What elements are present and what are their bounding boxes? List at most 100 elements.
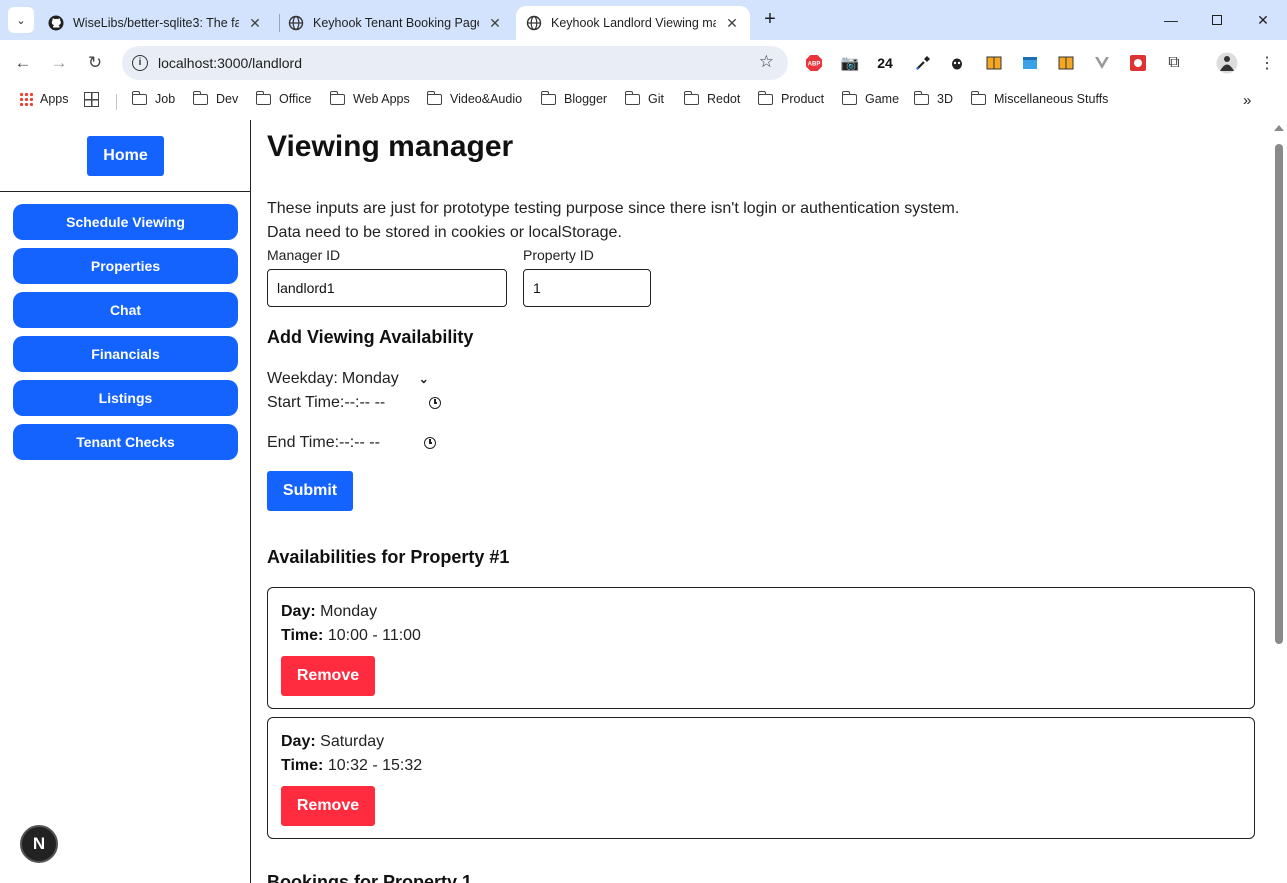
extension-badge[interactable]: 24	[874, 52, 896, 74]
bookmark-folder-video-audio[interactable]: Video&Audio	[426, 90, 523, 106]
close-icon[interactable]: ✕	[487, 15, 503, 32]
bookmark-folder-miscellaneous[interactable]: Miscellaneous Stuffs	[970, 90, 1109, 106]
site-info-icon[interactable]: i	[132, 55, 148, 71]
sidebar-item-schedule-viewing[interactable]: Schedule Viewing	[13, 204, 238, 240]
extensions-icon[interactable]: ⧉	[1163, 52, 1185, 74]
folder-icon	[683, 90, 699, 105]
chevron-down-icon[interactable]: ⌄	[419, 372, 429, 386]
folder-icon	[913, 90, 929, 105]
bookmark-label: Dev	[216, 92, 239, 106]
close-icon[interactable]: ✕	[247, 15, 263, 32]
bookmark-label: Video&Audio	[450, 92, 523, 106]
bookmark-folder-job[interactable]: Job	[131, 90, 176, 106]
maximize-button[interactable]	[1194, 0, 1240, 40]
availability-time: Time: 10:00 - 11:00	[281, 627, 421, 645]
adblock-icon[interactable]: ABP	[803, 52, 825, 74]
bookmark-folder-web-apps[interactable]: Web Apps	[329, 90, 410, 106]
sidebar-item-properties[interactable]: Properties	[13, 248, 238, 284]
folder-icon	[757, 90, 773, 105]
address-bar[interactable]: i localhost:3000/landlord ☆	[122, 46, 788, 80]
manager-id-label: Manager ID	[267, 247, 341, 263]
avatar[interactable]	[1216, 52, 1238, 74]
bookmark-folder-3d[interactable]: 3D	[913, 90, 953, 106]
apps-grid-icon	[19, 92, 33, 106]
bookings-heading: Bookings for Property 1	[267, 872, 473, 883]
bookmark-apps[interactable]: Apps	[19, 92, 69, 106]
sidebar-item-tenant-checks[interactable]: Tenant Checks	[13, 424, 238, 460]
availability-day: Day: Saturday	[281, 733, 384, 751]
back-button[interactable]: ←	[9, 49, 37, 77]
tab-title: Keyhook Landlord Viewing man	[551, 16, 716, 30]
puzzle-extension-icon[interactable]	[1127, 52, 1149, 74]
note-extension-icon[interactable]	[1055, 52, 1077, 74]
sidebar-item-chat[interactable]: Chat	[13, 292, 238, 328]
start-time-input[interactable]: --:-- --	[344, 394, 428, 412]
scroll-up-icon[interactable]	[1274, 125, 1284, 131]
bookmark-folder-dev[interactable]: Dev	[192, 90, 239, 106]
folder-icon	[192, 90, 208, 105]
camera-icon[interactable]: 📷	[839, 52, 861, 74]
bookmark-grid[interactable]	[84, 92, 99, 107]
bookmark-folder-git[interactable]: Git	[624, 90, 664, 106]
bookmark-label: Job	[155, 92, 176, 106]
home-button[interactable]: Home	[87, 136, 164, 176]
day-value: Saturday	[320, 733, 385, 750]
bookmark-folder-redot[interactable]: Redot	[683, 90, 741, 106]
end-time-label: End Time:	[267, 434, 340, 451]
bookmark-label: Product	[781, 92, 825, 106]
prototype-note: These inputs are just for prototype test…	[267, 200, 960, 217]
bookmark-folder-blogger[interactable]: Blogger	[540, 90, 607, 106]
bookmark-label: Office	[279, 92, 312, 106]
end-time-input[interactable]: --:-- --	[339, 434, 425, 452]
manager-id-input[interactable]: landlord1	[267, 269, 507, 307]
board-extension-icon[interactable]	[1019, 52, 1041, 74]
github-icon	[48, 15, 64, 31]
remove-button[interactable]: Remove	[281, 656, 375, 696]
tab-title: Keyhook Tenant Booking Page	[313, 16, 479, 30]
bookmark-label: Apps	[40, 92, 69, 106]
day-value: Monday	[320, 603, 378, 620]
weekday-select[interactable]: Monday	[342, 370, 399, 388]
tab-github[interactable]: WiseLibs/better-sqlite3: The fas ✕	[38, 6, 278, 40]
bookmark-folder-product[interactable]: Product	[757, 90, 825, 106]
vue-devtools-icon[interactable]	[1091, 52, 1113, 74]
forward-button[interactable]: →	[45, 49, 73, 77]
bookmarks-bar: Apps Job Dev Office Web Apps Video&Audio…	[0, 86, 1287, 114]
eyedropper-icon[interactable]	[912, 52, 934, 74]
minimize-button[interactable]: —	[1148, 0, 1194, 40]
sidebar-item-listings[interactable]: Listings	[13, 380, 238, 416]
clock-icon[interactable]	[429, 397, 442, 409]
submit-button[interactable]: Submit	[267, 471, 353, 511]
folder-icon	[329, 90, 345, 105]
close-icon[interactable]: ✕	[724, 15, 740, 32]
availability-day: Day: Monday	[281, 603, 377, 621]
bookmark-label: Miscellaneous Stuffs	[994, 92, 1109, 106]
nextjs-dev-badge[interactable]: N	[20, 825, 58, 863]
kebab-menu-icon[interactable]: ⋮	[1256, 52, 1278, 74]
clock-icon[interactable]	[424, 437, 437, 449]
bookmark-folder-office[interactable]: Office	[255, 90, 312, 106]
bookmark-star-icon[interactable]: ☆	[759, 52, 774, 72]
weekday-label: Weekday:	[267, 370, 338, 387]
bug-extension-icon[interactable]	[946, 52, 968, 74]
folder-icon	[841, 90, 857, 105]
availability-card: Day: Monday Time: 10:00 - 11:00 Remove	[267, 587, 1255, 709]
remove-button[interactable]: Remove	[281, 786, 375, 826]
sidebar-item-financials[interactable]: Financials	[13, 336, 238, 372]
bookmark-label: Game	[865, 92, 900, 106]
new-tab-button[interactable]: +	[758, 8, 782, 32]
property-id-input[interactable]: 1	[523, 269, 651, 307]
reload-button[interactable]: ↻	[81, 49, 109, 77]
close-window-button[interactable]: ✕	[1240, 0, 1286, 40]
tool-extension-icon[interactable]	[983, 52, 1005, 74]
bookmarks-overflow-icon[interactable]: »	[1243, 92, 1251, 109]
bookmark-folder-game[interactable]: Game	[841, 90, 900, 106]
close-icon: ✕	[1257, 11, 1269, 28]
tab-search-button[interactable]: ⌄	[8, 7, 34, 33]
url-text[interactable]: localhost:3000/landlord	[158, 55, 302, 71]
bookmark-label: Redot	[707, 92, 741, 106]
tab-tenant-booking[interactable]: Keyhook Tenant Booking Page ✕	[278, 6, 518, 40]
page-scrollbar[interactable]	[1271, 120, 1287, 883]
tab-landlord-viewing[interactable]: Keyhook Landlord Viewing man ✕	[516, 6, 750, 40]
scrollbar-thumb[interactable]	[1275, 144, 1283, 644]
